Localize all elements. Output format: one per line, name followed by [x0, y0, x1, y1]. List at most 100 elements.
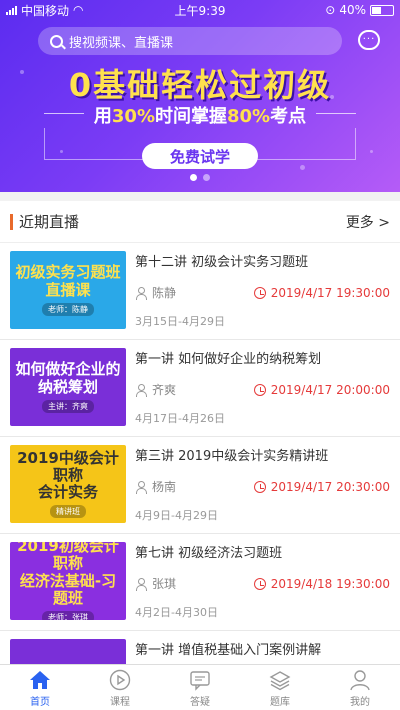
- clock-icon: [253, 383, 266, 396]
- teacher-name: 张琪: [152, 577, 177, 591]
- layers-icon: [269, 668, 291, 692]
- course-thumbnail[interactable]: 2019中级会计职称 会计实务 精讲班: [10, 445, 126, 523]
- search-placeholder: 搜视频课、直播课: [69, 35, 174, 51]
- teacher-name: 陈静: [152, 286, 177, 300]
- teacher-name: 齐爽: [152, 383, 177, 397]
- course-thumbnail[interactable]: 增值税基础入门: [10, 639, 126, 664]
- tab-label: 首页: [30, 696, 50, 708]
- banner-title: 0基础轻松过初级: [68, 66, 332, 104]
- search-icon: [50, 34, 63, 48]
- person-icon: [135, 383, 147, 397]
- hero-banner[interactable]: 中国移动 ◠ 上午9:39 ⊙ 40% 搜视频课、直播课 ··· 0基础轻松过初…: [0, 0, 400, 192]
- person-icon: [135, 286, 147, 300]
- thumbnail-title: 2019初级会计职称: [17, 542, 119, 573]
- carousel-dots: [0, 174, 400, 181]
- tab-bar: 首页 课程 答疑 题库 我的: [0, 664, 400, 710]
- teacher: 齐爽: [135, 381, 176, 398]
- section-header: 近期直播 更多 >: [0, 201, 400, 243]
- live-time-text: 2019/4/17 20:00:00: [270, 382, 390, 397]
- course-thumbnail[interactable]: 2019初级会计职称 经济法基础-习题班老师：张琪: [10, 542, 126, 620]
- thumbnail-title: 初级实务习题班: [15, 263, 121, 282]
- date-range: 3月15日-4月29日: [135, 315, 225, 328]
- course-thumbnail[interactable]: 初级实务习题班 直播课老师：陈静: [10, 251, 126, 329]
- subtitle-pre: 用: [93, 106, 112, 127]
- list-item[interactable]: 2019初级会计职称 经济法基础-习题班 老师：张琪 第七讲 初级经济法习题班 张琪 20…: [0, 534, 400, 631]
- teacher: 杨南: [135, 478, 176, 495]
- thumbnail-note: 主讲：齐爽: [42, 399, 94, 413]
- lesson-meta: 齐爽 2019/4/17 20:00:00: [135, 381, 390, 398]
- tab-label: 课程: [110, 696, 130, 708]
- thumbnail-art: 增值税基础入门: [10, 639, 126, 664]
- search-bar[interactable]: 搜视频课、直播课: [38, 27, 342, 55]
- user-icon: [349, 668, 371, 692]
- thumbnail-note: 老师：张琪: [42, 611, 94, 620]
- lesson-title[interactable]: 第一讲 增值税基础入门案例讲解: [135, 639, 390, 658]
- lesson-info: 第一讲 如何做好企业的纳税筹划齐爽 2019/4/17 20:00:00 4月17日…: [135, 348, 390, 426]
- lesson-meta: 陈静 2019/4/17 19:30:00: [135, 284, 390, 301]
- teacher: 张琪: [135, 575, 176, 592]
- tab-label: 我的: [350, 696, 370, 708]
- lesson-title[interactable]: 第十二讲 初级会计实务习题班: [135, 251, 390, 270]
- more-link[interactable]: 更多 >: [346, 212, 390, 232]
- thumbnail-title-2: 经济法基础-习题班: [19, 571, 117, 607]
- thumbnail-note: 老师：陈静: [42, 302, 94, 316]
- status-time: 上午9:39: [174, 3, 226, 18]
- lesson-info: 第七讲 初级经济法习题班张琪 2019/4/18 19:30:00 4月2日-4月3…: [135, 542, 390, 620]
- subtitle-highlight-1: 30%: [111, 106, 155, 127]
- live-time-text: 2019/4/18 19:30:00: [270, 576, 390, 591]
- person-icon: [135, 577, 147, 591]
- tab-profile[interactable]: 我的: [320, 665, 400, 710]
- lesson-info: 第三讲 2019中级会计实务精讲班杨南 2019/4/17 20:30:00 4月9…: [135, 445, 390, 523]
- live-time-text: 2019/4/17 20:30:00: [270, 479, 390, 494]
- thumbnail-title-2: 直播课: [45, 280, 91, 299]
- course-thumbnail[interactable]: 如何做好企业的 纳税筹划 主讲：齐爽: [10, 348, 126, 426]
- lesson-title[interactable]: 第一讲 如何做好企业的纳税筹划: [135, 348, 390, 367]
- lesson-info: 第十二讲 初级会计实务习题班陈静 2019/4/17 19:30:00 3月15日-…: [135, 251, 390, 329]
- thumbnail-art: 初级实务习题班 直播课老师：陈静: [10, 251, 126, 329]
- tab-question-bank[interactable]: 题库: [240, 665, 320, 710]
- free-trial-button[interactable]: 免费试学: [142, 143, 258, 169]
- date-range: 4月17日-4月26日: [135, 412, 225, 425]
- live-time: 2019/4/17 20:30:00: [253, 479, 390, 494]
- list-item[interactable]: 如何做好企业的 纳税筹划 主讲：齐爽 第一讲 如何做好企业的纳税筹划 齐爽 2019/4/…: [0, 340, 400, 437]
- thumbnail-art: 如何做好企业的 纳税筹划 主讲：齐爽: [10, 348, 126, 426]
- tab-qa[interactable]: 答疑: [160, 665, 240, 710]
- section-accent-bar: [10, 213, 13, 230]
- list-item[interactable]: 2019中级会计职称 会计实务 精讲班 第三讲 2019中级会计实务精讲班 杨南 2019…: [0, 437, 400, 534]
- teacher-name: 杨南: [152, 480, 177, 494]
- person-icon: [135, 480, 147, 494]
- carousel-dot[interactable]: [203, 174, 210, 181]
- message-icon[interactable]: ···: [358, 30, 380, 50]
- banner-subtitle: 用30%时间掌握80%考点: [0, 102, 400, 128]
- thumbnail-art: 2019初级会计职称 经济法基础-习题班老师：张琪: [10, 542, 126, 620]
- lesson-meta: 张琪 2019/4/18 19:30:00: [135, 575, 390, 592]
- date-range: 4月9日-4月29日: [135, 509, 218, 522]
- thumbnail-note: 精讲班: [50, 505, 86, 519]
- tab-home[interactable]: 首页: [0, 665, 80, 710]
- date-range: 4月2日-4月30日: [135, 606, 218, 619]
- live-time: 2019/4/17 19:30:00: [253, 286, 390, 300]
- chat-icon: [189, 668, 211, 692]
- status-bar: 中国移动 ◠ 上午9:39 ⊙ 40%: [0, 0, 400, 20]
- list-item[interactable]: 增值税基础入门第一讲 增值税基础入门案例讲解: [0, 631, 400, 664]
- teacher: 陈静: [135, 284, 176, 301]
- list-item[interactable]: 初级实务习题班 直播课 老师：陈静 第十二讲 初级会计实务习题班 陈静 2019/4/17…: [0, 243, 400, 340]
- clock-icon: [253, 480, 266, 493]
- battery-icon: [370, 4, 394, 16]
- thumbnail-art: 2019中级会计职称 会计实务 精讲班: [10, 445, 126, 523]
- tab-label: 题库: [270, 696, 290, 708]
- clock-icon: [253, 577, 266, 590]
- tab-courses[interactable]: 课程: [80, 665, 160, 710]
- subtitle-highlight-2: 80%: [227, 106, 271, 127]
- lesson-title[interactable]: 第七讲 初级经济法习题班: [135, 542, 390, 561]
- subtitle-post: 考点: [270, 106, 307, 127]
- carousel-dot[interactable]: [190, 174, 197, 181]
- lesson-meta: 杨南 2019/4/17 20:30:00: [135, 478, 390, 495]
- thumbnail-title-2: 纳税筹划: [37, 377, 98, 396]
- live-list: 初级实务习题班 直播课 老师：陈静 第十二讲 初级会计实务习题班 陈静 2019/4/17…: [0, 243, 400, 664]
- thumbnail-title-2: 会计实务: [37, 483, 98, 502]
- lesson-title[interactable]: 第三讲 2019中级会计实务精讲班: [135, 445, 390, 464]
- home-icon: [29, 668, 51, 692]
- section-title: 近期直播: [19, 213, 80, 231]
- clock-icon: [253, 286, 266, 299]
